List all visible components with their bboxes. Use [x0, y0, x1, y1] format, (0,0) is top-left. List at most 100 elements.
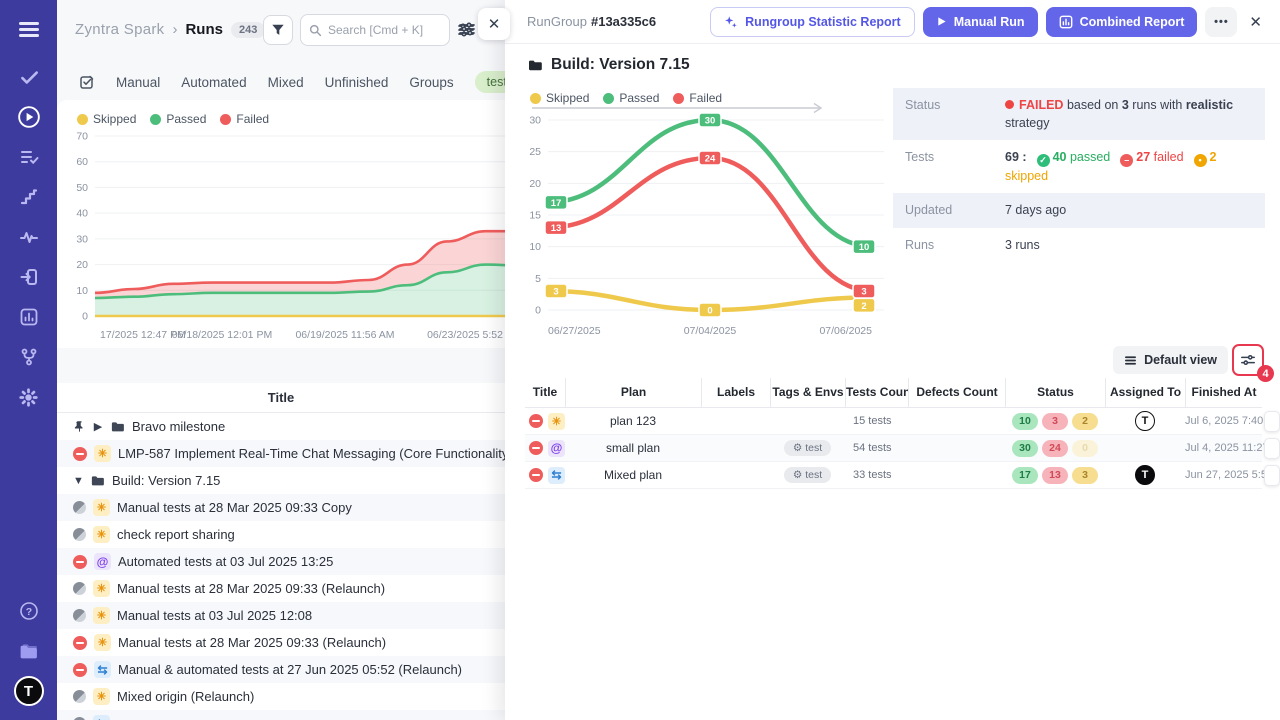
status-pill-skip: 2 [1072, 413, 1098, 430]
run-list-row[interactable]: ✳Manual tests at 28 Mar 2025 09:33 (Rela… [57, 575, 505, 602]
run-list-row[interactable]: ✳ check report sharing [57, 521, 505, 548]
row-actions-button[interactable] [1264, 411, 1280, 432]
svg-text:15: 15 [529, 210, 541, 222]
table-row[interactable]: @small plan⚙ test54 tests30240Jul 4, 202… [525, 435, 1262, 462]
folder-icon [110, 419, 125, 434]
caret-down-icon[interactable]: ▼ [73, 475, 83, 487]
search-input[interactable] [328, 23, 438, 37]
cell-assigned-to: T [1105, 465, 1185, 485]
milestones-icon[interactable] [12, 180, 46, 214]
help-icon[interactable]: ? [12, 594, 46, 628]
suites-icon[interactable] [12, 140, 46, 174]
breadcrumb-separator: › [172, 21, 177, 38]
run-list-row[interactable]: ✳Manual tests at 03 Jul 2025 12:08 [57, 602, 505, 629]
svg-text:50: 50 [76, 182, 88, 194]
panel-title: RunGroup#13a335c6 [527, 14, 656, 29]
rungroup-heading-title: Build: Version 7.15 [551, 56, 690, 74]
bulk-select-icon[interactable] [79, 74, 95, 90]
column-header[interactable]: Defects Count [908, 378, 1005, 407]
status-pill-pass: 17 [1012, 467, 1038, 484]
run-list-row[interactable]: ▼Build: Version 7.15 [57, 467, 505, 494]
column-header[interactable]: Labels [701, 378, 770, 407]
mixed-run-icon: ⇆ [93, 715, 110, 720]
cell-plan[interactable]: Mixed plan [565, 468, 701, 482]
row-actions-button[interactable] [1264, 465, 1280, 486]
cell-status: 17133 [1005, 467, 1105, 484]
combined-report-button[interactable]: Combined Report [1046, 7, 1198, 37]
run-title: check report sharing [117, 527, 235, 542]
column-header[interactable]: Status [1005, 378, 1105, 407]
svg-text:20: 20 [529, 178, 541, 190]
branches-icon[interactable] [12, 340, 46, 374]
caret-right-icon[interactable]: ▶ [93, 420, 103, 433]
more-actions-button[interactable]: ••• [1205, 7, 1237, 37]
tab-mixed[interactable]: Mixed [268, 75, 304, 90]
neutral-status-icon [73, 609, 86, 622]
column-header[interactable]: Tags & Envs [770, 378, 845, 407]
column-header[interactable]: Plan [565, 378, 701, 407]
projects-icon[interactable] [12, 634, 46, 668]
menu-icon[interactable] [12, 12, 46, 46]
manual-run-icon: ✳ [93, 526, 110, 543]
manual-run-button[interactable]: Manual Run [923, 7, 1038, 37]
table-row[interactable]: ✳plan 12315 tests1032TJul 6, 2025 7:40 [525, 408, 1262, 435]
svg-text:0: 0 [707, 306, 712, 317]
rungroup-statistic-report-button[interactable]: Rungroup Statistic Report [710, 7, 915, 37]
runs-page: Zyntra Spark › Runs 243 ManualAutomatedM… [57, 0, 505, 720]
column-header[interactable]: Title [525, 378, 565, 407]
tab-unfinished[interactable]: Unfinished [325, 75, 389, 90]
analytics-icon[interactable] [12, 300, 46, 334]
cell-plan[interactable]: small plan [565, 441, 701, 455]
runs-icon[interactable] [12, 100, 46, 134]
settings-icon[interactable] [12, 380, 46, 414]
skipped-icon: • [1194, 154, 1207, 167]
legend-dot [603, 93, 614, 104]
column-header[interactable]: Assigned To [1105, 378, 1185, 407]
run-list-row[interactable]: ✳Manual tests at 28 Mar 2025 09:33 Copy [57, 494, 505, 521]
tab-groups[interactable]: Groups [409, 75, 453, 90]
run-list-row[interactable]: ⇆Manual & automated tests at 27 Jun 2025… [57, 656, 505, 683]
run-list-row[interactable]: ▶Bravo milestone [57, 413, 505, 440]
account-avatar[interactable]: T [12, 674, 46, 708]
pulse-icon[interactable] [12, 220, 46, 254]
run-list-row[interactable]: ✳LMP-587 Implement Real-Time Chat Messag… [57, 440, 505, 467]
cell-tags: ⚙ test [770, 467, 845, 483]
assignee-avatar[interactable]: T [1135, 465, 1155, 485]
run-list-row[interactable]: ⇆ [57, 710, 505, 720]
tab-manual[interactable]: Manual [116, 75, 160, 90]
filter-button[interactable] [263, 15, 293, 45]
tests-icon[interactable] [12, 60, 46, 94]
run-list-row[interactable]: @Automated tests at 03 Jul 2025 13:25 [57, 548, 505, 575]
column-header[interactable]: Tests Count [845, 378, 908, 407]
assignee-avatar[interactable]: T [1135, 411, 1155, 431]
close-panel-icon[interactable]: ✕ [1249, 13, 1262, 31]
tab-automated[interactable]: Automated [181, 75, 246, 90]
svg-text:3: 3 [861, 287, 866, 298]
svg-text:2: 2 [861, 301, 866, 312]
sliders-icon [1240, 352, 1256, 368]
row-actions-button[interactable] [1264, 438, 1280, 459]
panel-edge-close-button[interactable]: ✕ [478, 8, 510, 40]
runs-tabs: ManualAutomatedMixedUnfinishedGroupstest… [57, 66, 505, 98]
tag-pill[interactable]: ⚙ test [784, 440, 831, 456]
failed-status-icon [529, 441, 543, 455]
manual-run-icon: ✳ [93, 607, 110, 624]
cell-finished-at: Jun 27, 2025 5:5 [1185, 469, 1262, 481]
annotation-badge: 4 [1257, 365, 1274, 382]
automated-run-icon: @ [94, 553, 111, 570]
cell-plan[interactable]: plan 123 [565, 414, 701, 428]
svg-text:60: 60 [76, 156, 88, 168]
columns-settings-icon[interactable] [458, 20, 476, 43]
svg-text:10: 10 [529, 241, 541, 253]
tag-pill[interactable]: ⚙ test [784, 467, 831, 483]
run-list-row[interactable]: ✳Manual tests at 28 Mar 2025 09:33 (Rela… [57, 629, 505, 656]
svg-text:06/19/2025 11:56 AM: 06/19/2025 11:56 AM [295, 329, 394, 341]
run-list-row[interactable]: ✳Mixed origin (Relaunch) [57, 683, 505, 710]
imports-icon[interactable] [12, 260, 46, 294]
table-row[interactable]: ⇆Mixed plan⚙ test33 tests17133TJun 27, 2… [525, 462, 1262, 489]
neutral-status-icon [73, 528, 86, 541]
breadcrumb-project[interactable]: Zyntra Spark [75, 21, 164, 38]
default-view-button[interactable]: Default view [1113, 346, 1228, 374]
search-icon [309, 24, 322, 37]
column-header[interactable]: Finished At [1185, 378, 1262, 407]
